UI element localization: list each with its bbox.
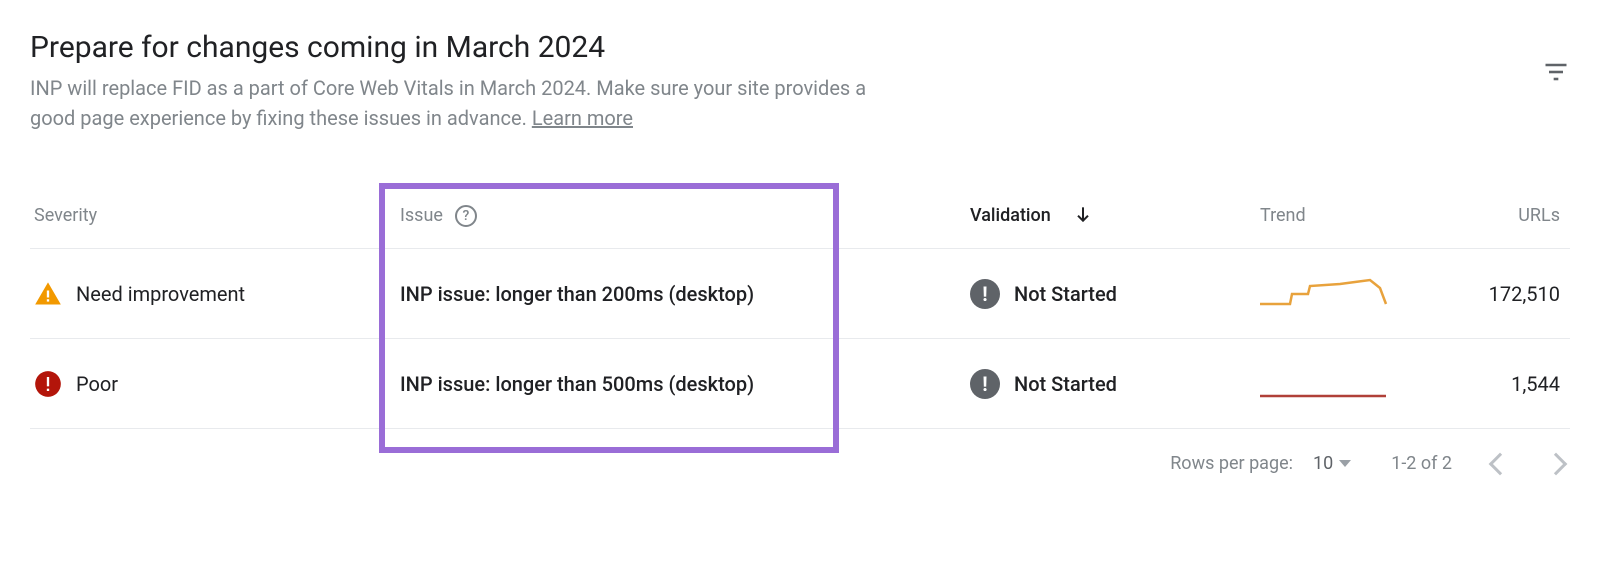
prev-page-button[interactable] <box>1489 452 1512 475</box>
chevron-down-icon <box>1339 460 1351 467</box>
col-trend: Trend <box>1260 205 1306 226</box>
page-range: 1-2 of 2 <box>1391 453 1452 474</box>
issues-table: Severity Issue ? Validation Trend URLs <box>30 183 1570 429</box>
error-icon <box>34 370 62 398</box>
rows-per-page-select[interactable]: 10 <box>1313 453 1351 474</box>
learn-more-link[interactable]: Learn more <box>532 106 633 130</box>
issue-text: INP issue: longer than 500ms (desktop) <box>400 372 754 396</box>
trend-sparkline <box>1260 364 1390 404</box>
validation-status: Not Started <box>1014 282 1117 306</box>
col-validation[interactable]: Validation <box>970 205 1051 226</box>
urls-count: 172,510 <box>1489 282 1560 306</box>
exclamation-icon: ! <box>970 369 1000 399</box>
sort-desc-icon[interactable] <box>1065 204 1093 228</box>
next-page-button[interactable] <box>1545 452 1568 475</box>
table-header-row: Severity Issue ? Validation Trend URLs <box>30 183 1570 249</box>
warning-icon <box>34 280 62 308</box>
rows-per-page-value: 10 <box>1313 453 1333 474</box>
severity-label: Need improvement <box>76 282 245 306</box>
table-row[interactable]: Need improvement INP issue: longer than … <box>30 249 1570 339</box>
col-urls: URLs <box>1518 205 1560 226</box>
exclamation-icon: ! <box>970 279 1000 309</box>
table-row[interactable]: Poor INP issue: longer than 500ms (deskt… <box>30 339 1570 429</box>
page-title: Prepare for changes coming in March 2024 <box>30 30 870 65</box>
table-pager: Rows per page: 10 1-2 of 2 <box>30 453 1570 474</box>
filter-icon[interactable] <box>1542 58 1570 86</box>
urls-count: 1,544 <box>1511 372 1560 396</box>
issue-text: INP issue: longer than 200ms (desktop) <box>400 282 754 306</box>
subtitle-text: INP will replace FID as a part of Core W… <box>30 76 866 130</box>
help-icon[interactable]: ? <box>455 205 477 227</box>
rows-per-page-label: Rows per page: <box>1170 453 1293 474</box>
trend-sparkline <box>1260 274 1390 314</box>
page-subtitle: INP will replace FID as a part of Core W… <box>30 73 870 133</box>
severity-label: Poor <box>76 372 118 396</box>
col-issue: Issue <box>400 205 443 226</box>
col-severity: Severity <box>34 205 97 226</box>
validation-status: Not Started <box>1014 372 1117 396</box>
